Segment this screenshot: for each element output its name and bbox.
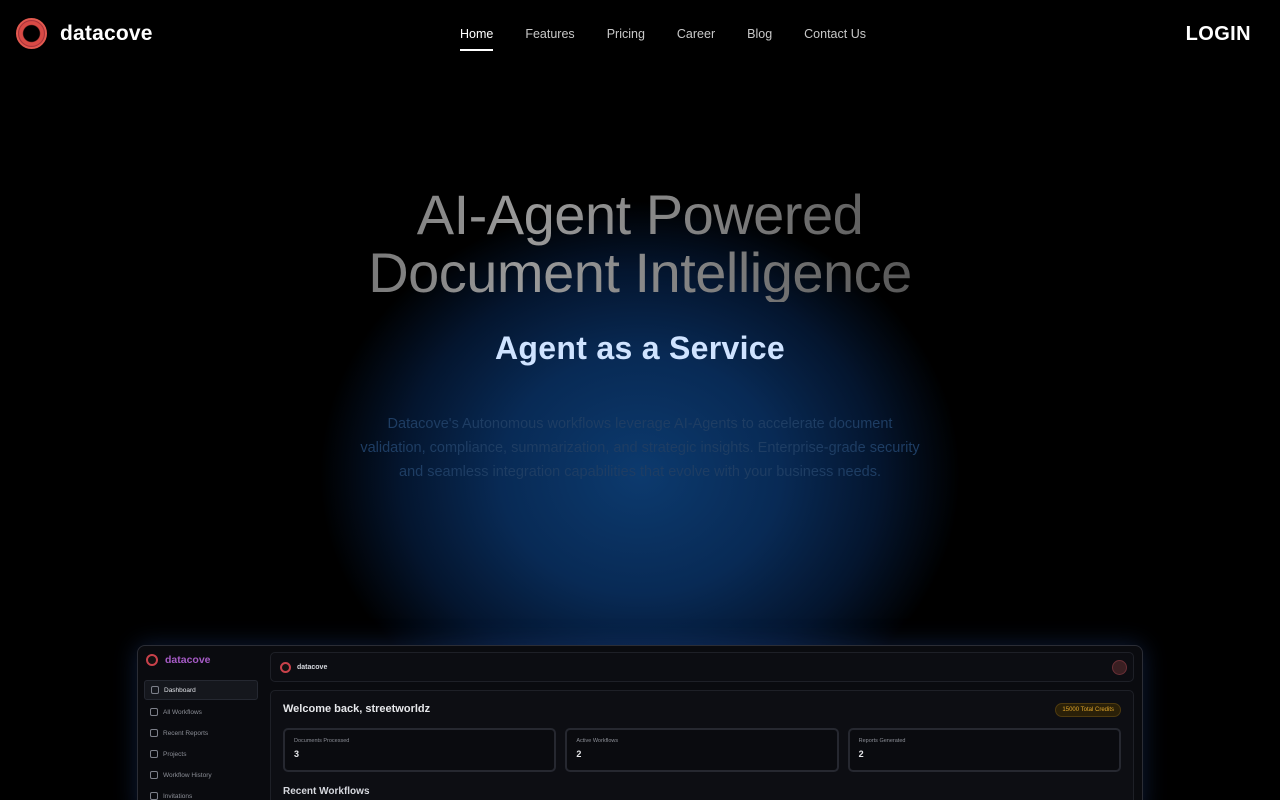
- report-icon: [150, 729, 158, 737]
- logo-icon: [16, 18, 47, 49]
- preview-topbar: datacove: [270, 652, 1134, 682]
- stat-value: 3: [294, 749, 300, 759]
- nav-item-blog[interactable]: Blog: [747, 27, 772, 51]
- hero-title: AI-Agent Powered Document Intelligence: [240, 186, 1040, 302]
- preview-sidebar-item-recent-reports[interactable]: Recent Reports: [144, 724, 258, 742]
- dashboard-preview: datacove Dashboard All Workflows Recent …: [137, 645, 1143, 800]
- nav-item-contact[interactable]: Contact Us: [804, 27, 866, 51]
- recent-workflows-heading: Recent Workflows: [283, 786, 370, 797]
- preview-content: Welcome back, streetworldz 15000 Total C…: [270, 690, 1134, 800]
- nav-item-home[interactable]: Home: [460, 27, 494, 51]
- preview-main: datacove Welcome back, streetworldz 1500…: [264, 646, 1142, 800]
- preview-sidebar-item-workflow-history[interactable]: Workflow History: [144, 766, 258, 784]
- preview-topbar-logo-icon: [280, 661, 291, 673]
- user-icon: [150, 792, 158, 800]
- preview-sidebar-label: All Workflows: [163, 708, 202, 716]
- stat-label: Active Workflows: [576, 738, 619, 744]
- preview-logo-icon: [146, 654, 158, 666]
- preview-brand-name: datacove: [165, 654, 211, 666]
- stat-label: Documents Processed: [294, 738, 350, 744]
- nav-item-features[interactable]: Features: [525, 27, 574, 51]
- hero-description: Datacove's Autonomous workflows leverage…: [360, 416, 920, 480]
- grid-icon: [151, 686, 159, 694]
- preview-sidebar-label: Projects: [163, 750, 187, 758]
- top-nav: datacove Home Features Pricing Career Bl…: [0, 0, 1280, 70]
- stat-card-reports: Reports Generated 2: [847, 728, 1121, 772]
- stat-label: Reports Generated: [858, 738, 906, 744]
- preview-sidebar-label: Invitations: [163, 792, 193, 800]
- brand-name: datacove: [60, 21, 153, 45]
- nav-item-pricing[interactable]: Pricing: [607, 27, 645, 51]
- nav-item-career[interactable]: Career: [677, 27, 715, 51]
- preview-welcome: Welcome back, streetworldz: [283, 703, 431, 715]
- document-icon: [150, 708, 158, 716]
- stat-card-workflows: Active Workflows 2: [565, 728, 839, 772]
- hero-title-line1: AI-Agent Powered: [416, 183, 864, 246]
- login-button[interactable]: LOGIN: [1186, 23, 1251, 46]
- preview-sidebar-item-projects[interactable]: Projects: [144, 745, 258, 763]
- preview-topbar-brand: datacove: [297, 663, 328, 671]
- stat-value: 2: [576, 749, 582, 759]
- stat-cards: Documents Processed 3 Active Workflows 2…: [283, 728, 1121, 772]
- preview-brand: datacove: [144, 654, 258, 666]
- brand[interactable]: datacove: [16, 18, 153, 49]
- stat-value: 2: [858, 749, 864, 759]
- history-icon: [150, 771, 158, 779]
- preview-sidebar-item-invitations[interactable]: Invitations: [144, 787, 258, 800]
- hero-title-line2: Document Intelligence: [368, 241, 912, 304]
- preview-document-icon-button[interactable]: [1112, 660, 1127, 675]
- main-menu: Home Features Pricing Career Blog Contac…: [460, 27, 898, 51]
- page: datacove Home Features Pricing Career Bl…: [0, 0, 1280, 800]
- hero-subtitle: Agent as a Service: [495, 330, 785, 366]
- preview-sidebar-label: Workflow History: [163, 771, 212, 779]
- credits-badge: 15000 Total Credits: [1055, 703, 1121, 717]
- stat-card-documents: Documents Processed 3: [283, 728, 557, 772]
- preview-sidebar: datacove Dashboard All Workflows Recent …: [138, 646, 264, 800]
- folder-icon: [150, 750, 158, 758]
- preview-sidebar-label: Dashboard: [164, 686, 196, 694]
- preview-sidebar-label: Recent Reports: [163, 729, 209, 737]
- preview-sidebar-item-all-workflows[interactable]: All Workflows: [144, 703, 258, 721]
- preview-sidebar-item-dashboard[interactable]: Dashboard: [144, 680, 258, 700]
